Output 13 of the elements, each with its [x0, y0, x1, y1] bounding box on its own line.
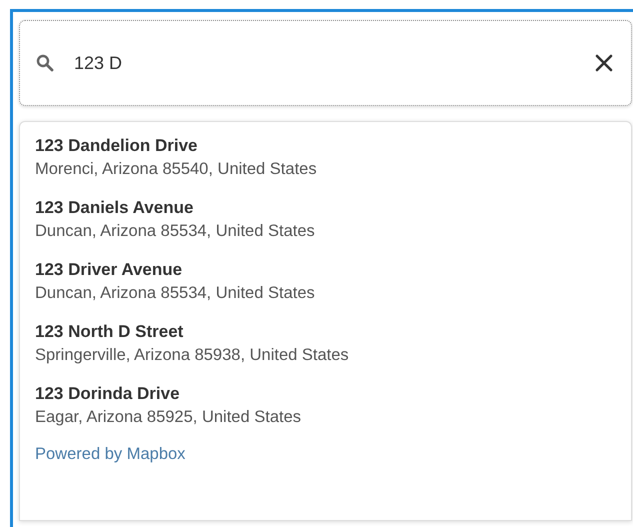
- result-title[interactable]: 123 Daniels Avenue: [35, 196, 616, 219]
- result-address[interactable]: Eagar, Arizona 85925, United States: [35, 405, 616, 429]
- result-address[interactable]: Duncan, Arizona 85534, United States: [35, 281, 616, 305]
- search-icon: [36, 54, 54, 72]
- search-field[interactable]: 123 D: [74, 50, 194, 76]
- powered-by-link[interactable]: Powered by Mapbox: [20, 438, 200, 471]
- result-title[interactable]: 123 North D Street: [35, 320, 616, 343]
- result-title[interactable]: 123 Dandelion Drive: [35, 134, 616, 157]
- result-title[interactable]: 123 Driver Avenue: [35, 258, 616, 281]
- result-address[interactable]: Morenci, Arizona 85540, United States: [35, 157, 616, 181]
- result-address[interactable]: Springerville, Arizona 85938, United States: [35, 343, 616, 367]
- result-address[interactable]: Duncan, Arizona 85534, United States: [35, 219, 616, 243]
- result-title[interactable]: 123 Dorinda Drive: [35, 382, 616, 405]
